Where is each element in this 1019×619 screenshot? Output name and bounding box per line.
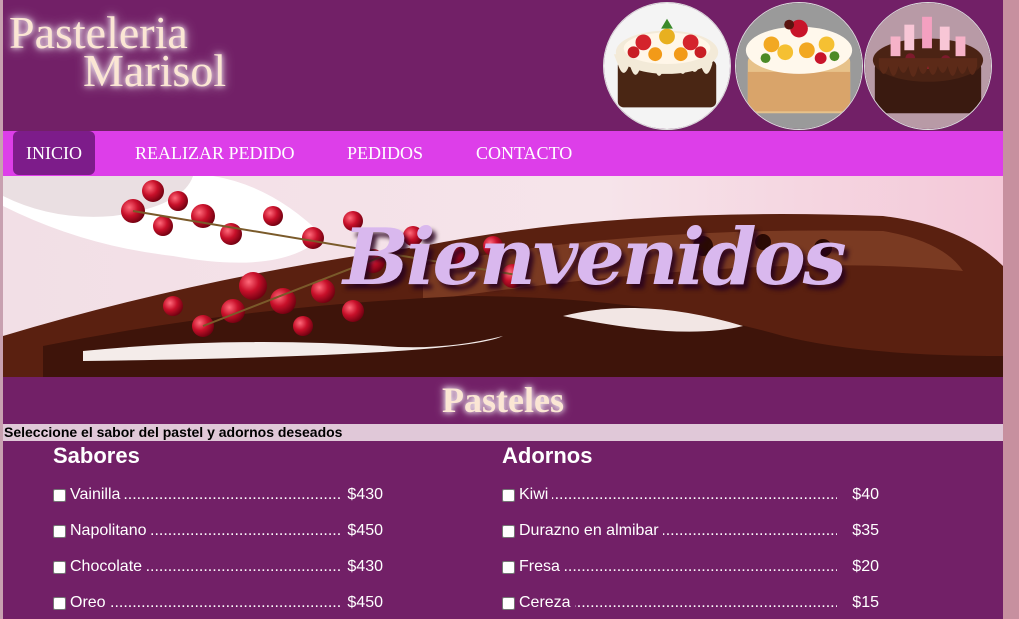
sabor-checkbox[interactable] bbox=[53, 561, 66, 574]
item-name: Cereza bbox=[519, 594, 575, 612]
leader-dots bbox=[70, 594, 341, 612]
list-item: Oreo $450 bbox=[53, 594, 383, 614]
leader-dots bbox=[519, 558, 837, 576]
adornos-heading: Adornos bbox=[502, 443, 593, 468]
cake-fruit-chocolate-image bbox=[603, 2, 731, 130]
item-name: Fresa bbox=[519, 558, 564, 576]
adorno-checkbox[interactable] bbox=[502, 597, 515, 610]
page: Pasteleria Marisol INICIO REALIZAR PEDID… bbox=[3, 0, 1003, 619]
brand-line-2: Marisol bbox=[83, 45, 227, 96]
section-title: Pasteles bbox=[442, 380, 564, 420]
sabor-checkbox[interactable] bbox=[53, 525, 66, 538]
list-item: Fresa $20 bbox=[502, 558, 879, 578]
instruction-text: Seleccione el sabor del pastel y adornos… bbox=[3, 424, 1003, 441]
item-price: $430 bbox=[343, 486, 383, 504]
item-name: Vainilla bbox=[70, 486, 125, 504]
list-item: Cereza $15 bbox=[502, 594, 879, 614]
banner-title: Bienvenidos bbox=[343, 212, 847, 303]
nav-item-pedidos[interactable]: PEDIDOS bbox=[347, 131, 423, 175]
item-price: $35 bbox=[848, 522, 879, 540]
list-item: Kiwi $40 bbox=[502, 486, 879, 506]
window-edge bbox=[1003, 0, 1019, 619]
item-price: $20 bbox=[848, 558, 879, 576]
item-name: Oreo bbox=[70, 594, 110, 612]
sabores-heading: Sabores bbox=[53, 443, 140, 468]
list-item: Chocolate $430 bbox=[53, 558, 383, 578]
item-name: Kiwi bbox=[519, 486, 553, 504]
sabor-checkbox[interactable] bbox=[53, 597, 66, 610]
list-item: Durazno en almibar $35 bbox=[502, 522, 879, 542]
nav-item-realizar-pedido[interactable]: REALIZAR PEDIDO bbox=[135, 131, 295, 175]
list-item: Napolitano $450 bbox=[53, 522, 383, 542]
item-name: Napolitano bbox=[70, 522, 151, 540]
item-price: $40 bbox=[848, 486, 879, 504]
adornos-column: Adornos Kiwi $40 Durazno en almibar $35 … bbox=[502, 441, 879, 612]
sabores-column: Sabores Vainilla $430 Napolitano $450 Ch… bbox=[53, 441, 383, 612]
item-price: $450 bbox=[343, 522, 383, 540]
cake-fruit-cream-image bbox=[735, 2, 863, 130]
item-name: Durazno en almibar bbox=[519, 522, 663, 540]
header: Pasteleria Marisol bbox=[3, 0, 1003, 131]
welcome-banner: Bienvenidos bbox=[3, 176, 1003, 377]
item-name: Chocolate bbox=[70, 558, 147, 576]
item-price: $430 bbox=[343, 558, 383, 576]
nav-item-inicio[interactable]: INICIO bbox=[13, 131, 95, 175]
item-price: $15 bbox=[848, 594, 879, 612]
leader-dots bbox=[519, 486, 837, 504]
cake-berry-chocolate-image bbox=[864, 2, 992, 130]
adorno-checkbox[interactable] bbox=[502, 489, 515, 502]
sabor-checkbox[interactable] bbox=[53, 489, 66, 502]
main-nav: INICIO REALIZAR PEDIDO PEDIDOS CONTACTO bbox=[3, 131, 1003, 176]
list-item: Vainilla $430 bbox=[53, 486, 383, 506]
adorno-checkbox[interactable] bbox=[502, 561, 515, 574]
item-price: $450 bbox=[343, 594, 383, 612]
adorno-checkbox[interactable] bbox=[502, 525, 515, 538]
nav-item-contacto[interactable]: CONTACTO bbox=[476, 131, 572, 175]
